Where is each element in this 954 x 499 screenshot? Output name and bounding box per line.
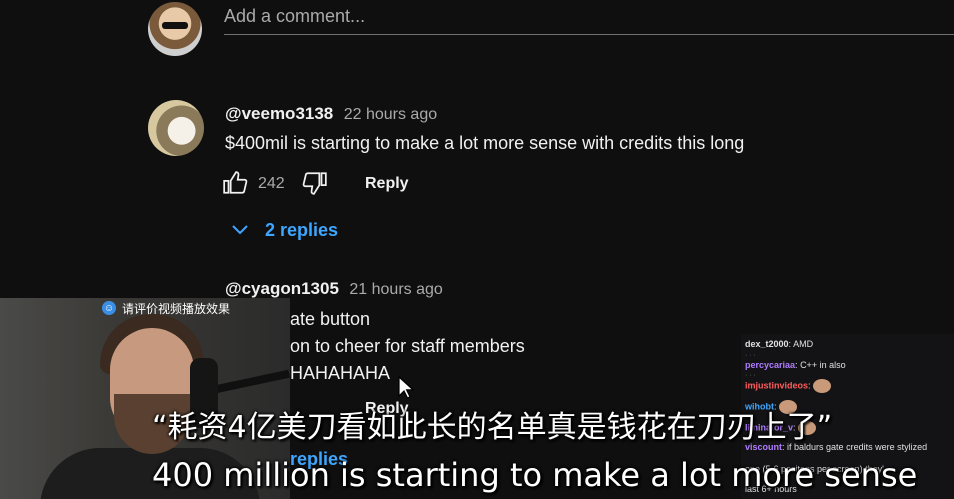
add-comment-input[interactable]: Add a comment... [224,6,365,27]
comment-text: $400mil is starting to make a lot more s… [225,133,745,153]
comment-header: @veemo3138 22 hours ago [225,104,437,124]
comment-text-line: HAHAHAHA [290,363,391,383]
chat-message: imjustinvideos: [745,379,832,393]
chat-message: percycariaa: C++ in also [745,360,846,370]
comment-text-line: on to cheer for staff members [290,336,525,356]
comment-avatar[interactable] [148,100,204,156]
chevron-down-icon[interactable] [230,220,250,238]
add-comment-underline [224,34,954,35]
like-icon[interactable] [222,170,248,196]
comment-timestamp[interactable]: 22 hours ago [344,106,437,123]
chat-message: dex_t2000: AMD [745,339,814,349]
emote-icon [813,379,832,393]
like-count: 242 [258,175,285,192]
comment-username[interactable]: @cyagon1305 [225,279,339,298]
comment-text-line: ate button [290,309,371,329]
subtitle-english: 400 million is starting to make a lot mo… [152,456,918,494]
reply-button[interactable]: Reply [365,175,409,193]
user-avatar [148,2,202,56]
rate-playback-badge[interactable]: ☺ 请评价视频播放效果 [102,298,230,318]
comment-timestamp[interactable]: 21 hours ago [349,281,442,298]
dislike-icon[interactable] [302,170,328,196]
comment-header: @cyagon1305 21 hours ago [225,279,443,299]
subtitle-chinese: “耗资4亿美刀看如此长的名单真是钱花在刀刃上了” [152,410,833,445]
view-replies-button[interactable]: 2 replies [265,220,338,241]
rate-playback-label: 请评价视频播放效果 [122,301,231,316]
feedback-icon: ☺ [102,301,116,315]
comment-username[interactable]: @veemo3138 [225,104,333,123]
mouse-cursor-icon [398,375,415,405]
